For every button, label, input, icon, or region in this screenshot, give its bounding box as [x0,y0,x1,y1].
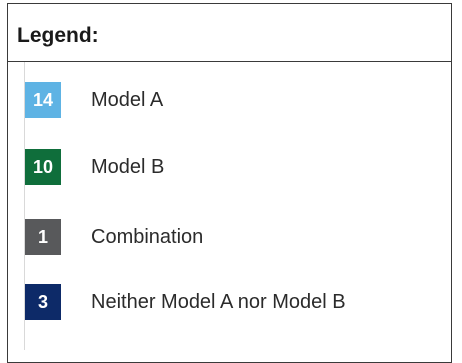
legend-title: Legend: [17,24,99,47]
legend-item-model-b: 10 Model B [25,149,164,185]
legend-item-neither: 3 Neither Model A nor Model B [25,284,346,320]
legend-item-label: Neither Model A nor Model B [91,290,346,313]
legend-item-label: Combination [91,225,204,248]
legend-item-model-a: 14 Model A [25,82,163,118]
legend-swatch: 14 [25,82,61,118]
legend-swatch: 10 [25,149,61,185]
legend-item-combination: 1 Combination [25,219,203,255]
legend-item-label: Model A [91,88,164,111]
legend-swatch: 1 [25,219,61,255]
legend-swatch: 3 [25,284,61,320]
legend-divider [7,61,452,62]
legend-item-label: Model B [91,155,165,178]
